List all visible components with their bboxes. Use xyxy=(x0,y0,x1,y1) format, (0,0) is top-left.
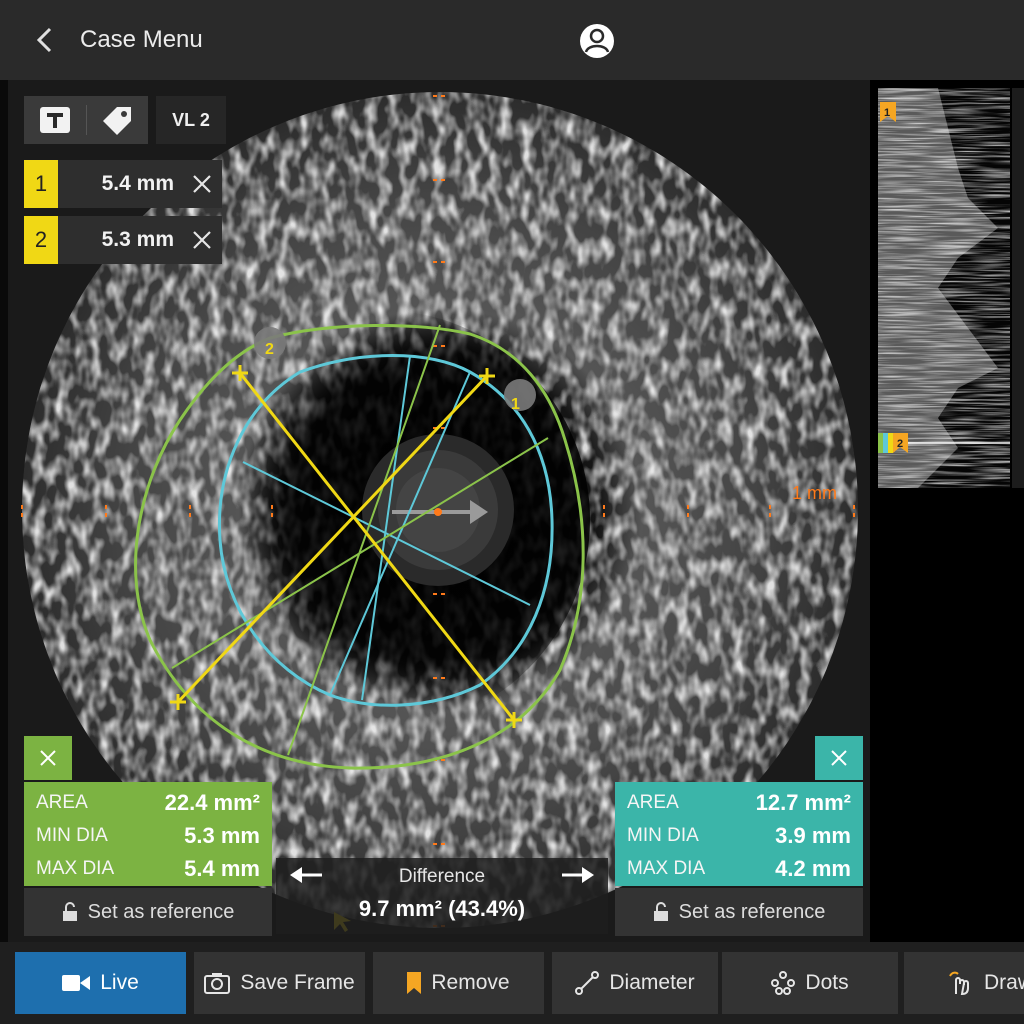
save-frame-button[interactable]: Save Frame xyxy=(194,952,365,1014)
stat-label: MIN DIA xyxy=(627,824,699,846)
stat-value: 12.7 mm² xyxy=(755,789,851,815)
stat-label: MAX DIA xyxy=(627,857,706,879)
longitudinal-view[interactable]: 1 2 xyxy=(878,88,1010,488)
stat-label: MAX DIA xyxy=(36,857,115,879)
long-marker-2: 2 xyxy=(897,438,903,450)
stat-value: 5.3 mm xyxy=(184,822,260,848)
set-reference-button[interactable]: Set as reference xyxy=(615,888,863,936)
user-circle-icon[interactable] xyxy=(578,22,616,60)
bookmark-icon xyxy=(407,972,422,994)
close-icon[interactable] xyxy=(182,216,222,264)
live-button[interactable]: Live xyxy=(15,952,186,1014)
stat-label: MIN DIA xyxy=(36,824,108,846)
draw-hand-icon xyxy=(949,971,969,996)
draw-label: Draw xyxy=(984,971,1024,994)
stat-value: 3.9 mm xyxy=(775,822,851,848)
difference-box: Difference 9.7 mm² (43.4%) xyxy=(276,858,608,934)
dots-icon xyxy=(771,971,796,995)
dots-button[interactable]: Dots xyxy=(722,952,898,1014)
draw-button[interactable]: Draw xyxy=(904,952,1024,1014)
video-camera-icon xyxy=(62,975,91,991)
remove-label: Remove xyxy=(431,971,510,994)
lumen-stats-panel: AREA 12.7 mm² MIN DIA 3.9 mm MAX DIA 4.2 mm xyxy=(615,782,863,886)
stat-label: AREA xyxy=(36,791,88,813)
stat-value: 4.2 mm xyxy=(775,855,851,881)
measurement-value: 5.3 mm xyxy=(101,228,174,251)
stat-value: 5.4 mm xyxy=(184,855,260,881)
measurement-row[interactable]: 1 5.4 mm xyxy=(24,160,222,208)
diameter-button[interactable]: Diameter xyxy=(552,952,718,1014)
measurement-value: 5.4 mm xyxy=(101,172,174,195)
difference-value: 9.7 mm² (43.4%) xyxy=(358,896,526,921)
camera-icon xyxy=(204,973,231,994)
set-reference-label: Set as reference xyxy=(678,900,826,923)
diameter-icon xyxy=(575,971,600,995)
diameter-label: Diameter xyxy=(609,971,695,994)
remove-button[interactable]: Remove xyxy=(373,952,544,1014)
left-edge-strip xyxy=(0,0,8,1024)
stat-label: AREA xyxy=(627,791,679,813)
unlock-icon xyxy=(62,902,77,921)
close-vessel-panel-icon[interactable] xyxy=(24,736,72,780)
text-t-icon[interactable] xyxy=(24,96,86,144)
measurement-row[interactable]: 2 5.3 mm xyxy=(24,216,222,264)
set-reference-button[interactable]: Set as reference xyxy=(24,888,272,936)
stat-value: 22.4 mm² xyxy=(164,789,260,815)
marker-label-1: 1 xyxy=(511,396,520,413)
vessel-label-badge[interactable]: VL 2 xyxy=(156,96,226,144)
longitudinal-scrollbar[interactable] xyxy=(1012,88,1024,488)
close-lumen-panel-icon[interactable] xyxy=(815,736,863,780)
case-menu-title[interactable]: Case Menu xyxy=(80,26,203,54)
long-marker-1: 1 xyxy=(884,107,890,119)
chevron-left-icon[interactable] xyxy=(30,24,60,56)
live-label: Live xyxy=(100,971,139,994)
measurement-index: 1 xyxy=(24,160,58,208)
measurement-index: 2 xyxy=(24,216,58,264)
marker-label-2: 2 xyxy=(265,341,274,358)
scale-label: 1 mm xyxy=(792,483,837,503)
vessel-stats-panel: AREA 22.4 mm² MIN DIA 5.3 mm MAX DIA 5.4 mm xyxy=(24,782,272,886)
dots-label: Dots xyxy=(805,971,849,994)
difference-label: Difference xyxy=(398,866,486,887)
annotation-tool-group xyxy=(24,96,148,144)
longitudinal-image: 1 2 xyxy=(878,88,1010,488)
close-icon[interactable] xyxy=(182,160,222,208)
save-frame-label: Save Frame xyxy=(240,971,355,994)
unlock-icon xyxy=(653,902,668,921)
set-reference-label: Set as reference xyxy=(87,900,235,923)
tag-icon[interactable] xyxy=(86,96,148,144)
